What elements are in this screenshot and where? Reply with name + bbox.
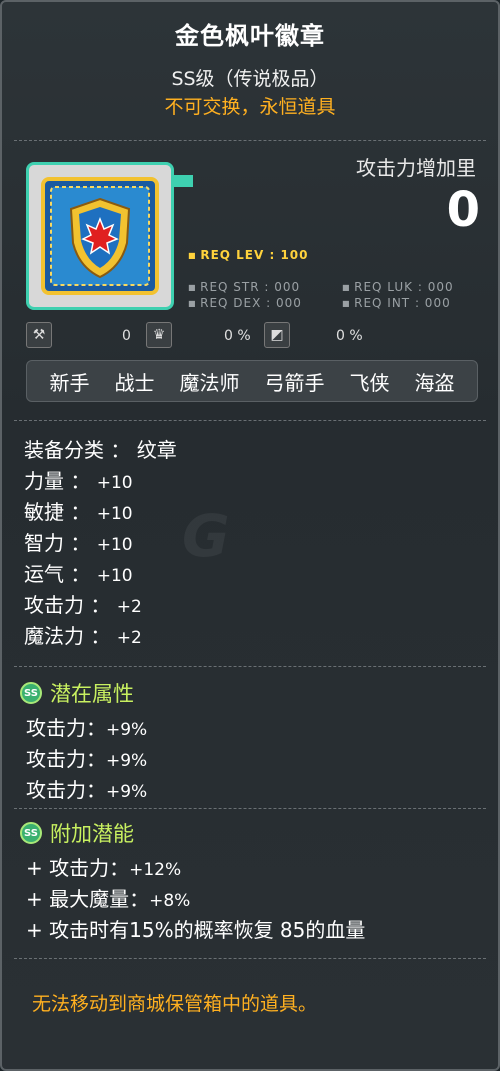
potential-line: 攻击力：+9% <box>26 743 147 772</box>
stat-label: 装备分类 ： 纹章 <box>24 438 177 462</box>
watermark: G <box>182 502 230 570</box>
potential-grade-icon: SS <box>20 682 42 704</box>
stat-label: 智力 ： <box>24 531 91 555</box>
stat-dex: 敏捷 ： +10 <box>24 496 133 525</box>
req-str: REQ STR : 000 <box>188 280 300 294</box>
job-thief: 飞侠 <box>349 370 390 395</box>
bonus-potential-value: +12% <box>129 860 182 880</box>
stat-int: 智力 ： +10 <box>24 527 133 556</box>
stat-magic: 魔法力 ： +2 <box>24 620 142 649</box>
item-name: 金色枫叶徽章 <box>175 22 325 50</box>
divider <box>14 958 486 959</box>
bonus-potential-label: + 最大魔量： <box>26 887 150 911</box>
divider <box>14 140 486 141</box>
stat-value: +10 <box>96 473 133 493</box>
stat-str: 力量 ： +10 <box>24 465 133 494</box>
potential-label: 攻击力： <box>26 716 106 740</box>
stat-label: 魔法力 ： <box>24 624 111 648</box>
job-pirate: 海盗 <box>414 370 455 395</box>
potential-title: 潜在属性 <box>50 682 134 706</box>
upgrade-count: 0 <box>122 328 131 344</box>
stat-attack: 攻击力 ： +2 <box>24 589 142 618</box>
req-level: REQ LEV : 100 <box>188 248 309 262</box>
storage-note: 无法移动到商城保管箱中的道具。 <box>32 993 318 1015</box>
item-icon-frame <box>26 162 193 310</box>
job-archer: 弓箭手 <box>264 370 325 395</box>
stat-category: 装备分类 ： 纹章 <box>24 434 177 463</box>
divider <box>14 420 486 421</box>
job-warrior: 战士 <box>114 370 155 395</box>
ignore-defense-icon: ◩ <box>264 322 290 348</box>
bonus-potential-line: + 最大魔量：+8% <box>26 883 190 912</box>
stat-value: +2 <box>116 597 142 617</box>
bonus-potential-grade-icon: SS <box>20 822 42 844</box>
stat-value: +10 <box>96 535 133 555</box>
maple-emblem-icon <box>41 177 159 295</box>
bonus-potential-label: + 攻击时有15%的概率恢复 85的血量 <box>26 918 366 942</box>
bonus-potential-header: SS 附加潜能 <box>20 818 134 848</box>
potential-value: +9% <box>106 782 148 802</box>
req-int: REQ INT : 000 <box>342 296 451 310</box>
potential-label: 攻击力： <box>26 778 106 802</box>
potential-header: SS 潜在属性 <box>20 678 134 708</box>
boss-damage-value: 0 % <box>224 328 251 344</box>
potential-line: 攻击力：+9% <box>26 712 147 741</box>
bonus-potential-title: 附加潜能 <box>50 822 134 846</box>
bonus-potential-line: + 攻击时有15%的概率恢复 85的血量 <box>26 914 365 943</box>
bonus-potential-value: +8% <box>149 891 191 911</box>
stat-label: 敏捷 ： <box>24 500 91 524</box>
req-dex: REQ DEX : 000 <box>188 296 302 310</box>
job-list: 新手 战士 魔法师 弓箭手 飞侠 海盗 <box>26 360 478 402</box>
stat-luk: 运气 ： +10 <box>24 558 133 587</box>
potential-label: 攻击力： <box>26 747 106 771</box>
item-tooltip: G 金色枫叶徽章 SS级（传说极品） 不可交换，永恒道具 攻击力增加里 0 RE… <box>0 0 500 1071</box>
potential-value: +9% <box>106 751 148 771</box>
upgrade-hammer-icon: ⚒ <box>26 322 52 348</box>
bonus-potential-line: + 攻击力：+12% <box>26 852 181 881</box>
stat-label: 攻击力 ： <box>24 593 111 617</box>
stat-label: 力量 ： <box>24 469 91 493</box>
stat-value: +2 <box>116 628 142 648</box>
req-luk: REQ LUK : 000 <box>342 280 454 294</box>
divider <box>14 808 486 809</box>
boss-damage-icon: ♛ <box>146 322 172 348</box>
trade-status: 不可交换，永恒道具 <box>164 96 336 118</box>
divider <box>14 666 486 667</box>
job-magician: 魔法师 <box>179 370 240 395</box>
attack-increase-value: 0 <box>446 182 480 238</box>
job-beginner: 新手 <box>49 370 90 395</box>
potential-value: +9% <box>106 720 148 740</box>
item-grade: SS级（传说极品） <box>171 68 329 90</box>
attack-increase-label: 攻击力增加里 <box>356 156 476 180</box>
ignore-defense-value: 0 % <box>336 328 363 344</box>
bonus-potential-label: + 攻击力： <box>26 856 130 880</box>
potential-line: 攻击力：+9% <box>26 774 147 803</box>
stat-value: +10 <box>96 504 133 524</box>
stat-label: 运气 ： <box>24 562 91 586</box>
stat-value: +10 <box>96 566 133 586</box>
